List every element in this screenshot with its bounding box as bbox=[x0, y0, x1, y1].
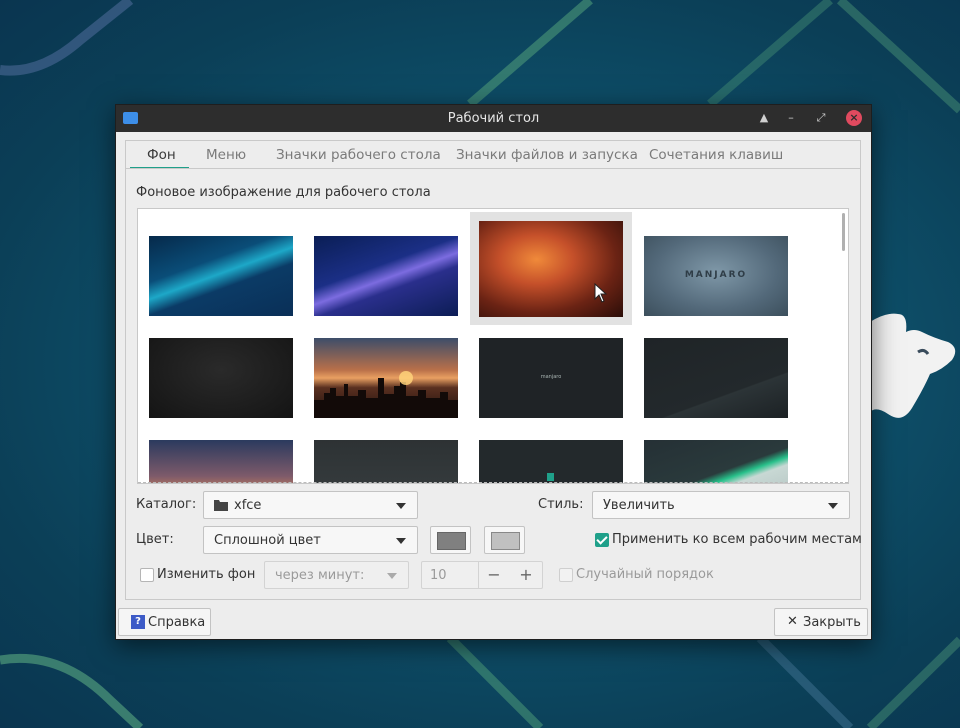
wallpaper-thumb-teal-waves[interactable] bbox=[149, 236, 293, 316]
mascot-image bbox=[870, 313, 956, 418]
change-bg-checkbox[interactable] bbox=[140, 568, 154, 582]
title-bar[interactable]: Рабочий стол ▲ – ⤢ × bbox=[116, 105, 871, 132]
background-page: Фоновое изображение для рабочего стола M… bbox=[125, 168, 862, 600]
mouse-cursor-icon bbox=[594, 283, 608, 303]
catalog-label: Каталог: bbox=[136, 497, 197, 512]
tab-menu[interactable]: Меню bbox=[206, 147, 246, 163]
increment-button[interactable]: + bbox=[512, 565, 540, 584]
help-button[interactable]: ? Справка bbox=[118, 608, 211, 636]
settings-notebook: Фон Меню Значки рабочего стола Значки фа… bbox=[125, 140, 862, 600]
gallery-scrollbar[interactable] bbox=[842, 213, 845, 251]
tab-bar: Фон Меню Значки рабочего стола Значки фа… bbox=[125, 140, 861, 169]
tab-background[interactable]: Фон bbox=[147, 147, 176, 163]
catalog-value: xfce bbox=[234, 498, 262, 513]
wallpaper-thumb-dark-diagonal[interactable] bbox=[644, 338, 788, 418]
minimize-button[interactable]: – bbox=[783, 110, 799, 126]
wallpaper-thumb-manjaro-gray[interactable]: MANJARO bbox=[644, 236, 788, 316]
style-combo[interactable]: Увеличить bbox=[592, 491, 850, 519]
style-label: Стиль: bbox=[538, 497, 584, 512]
secondary-color-button[interactable] bbox=[484, 526, 525, 554]
help-label: Справка bbox=[148, 615, 206, 630]
interval-unit-value: через минут: bbox=[275, 568, 365, 583]
color-mode-value: Сплошной цвет bbox=[214, 533, 321, 548]
catalog-combo[interactable]: xfce bbox=[203, 491, 418, 519]
apply-all-checkbox[interactable] bbox=[595, 533, 609, 547]
wallpaper-section-label: Фоновое изображение для рабочего стола bbox=[136, 185, 431, 200]
wallpaper-thumb-dark-manjaro[interactable]: manjaro bbox=[479, 338, 623, 418]
wallpaper-thumb-city-sunset[interactable] bbox=[314, 338, 458, 418]
color-mode-combo[interactable]: Сплошной цвет bbox=[203, 526, 418, 554]
random-order-label: Случайный порядок bbox=[576, 567, 714, 582]
tab-desktop-icons[interactable]: Значки рабочего стола bbox=[276, 147, 441, 163]
wallpaper-thumb-blue-purple[interactable] bbox=[314, 236, 458, 316]
wallpaper-thumb-dark-gray-2[interactable] bbox=[314, 440, 458, 483]
chevron-down-icon bbox=[828, 503, 838, 509]
interval-spinner[interactable]: 10 − + bbox=[421, 561, 543, 589]
maximize-button[interactable]: ⤢ bbox=[813, 110, 829, 126]
wallpaper-thumb-green-stripes[interactable] bbox=[644, 440, 788, 483]
wallpaper-thumb-clouds-dusk[interactable] bbox=[149, 440, 293, 483]
wallpaper-logo-text: MANJARO bbox=[684, 270, 748, 280]
color-label: Цвет: bbox=[136, 532, 174, 547]
wallpaper-center-text: manjaro bbox=[540, 374, 562, 380]
apply-all-label: Применить ко всем рабочим местам bbox=[612, 532, 862, 547]
random-order-checkbox[interactable] bbox=[559, 568, 573, 582]
interval-value: 10 bbox=[430, 568, 447, 583]
tab-shortcuts[interactable]: Сочетания клавиш bbox=[649, 147, 783, 163]
close-window-button[interactable]: × bbox=[846, 110, 862, 126]
wallpaper-green-mark bbox=[547, 473, 554, 481]
wallpaper-gallery[interactable]: MANJARO manjaro bbox=[137, 208, 849, 484]
help-icon: ? bbox=[131, 615, 145, 629]
close-button[interactable]: ✕ Закрыть bbox=[774, 608, 868, 636]
tab-file-icons[interactable]: Значки файлов и запуска bbox=[456, 147, 638, 163]
change-bg-label: Изменить фон bbox=[157, 567, 256, 582]
gallery-bottom-edge bbox=[138, 482, 848, 483]
decrement-button[interactable]: − bbox=[480, 565, 508, 584]
desktop-settings-window: Рабочий стол ▲ – ⤢ × Фон Меню Значки раб… bbox=[115, 104, 872, 640]
chevron-down-icon bbox=[387, 573, 397, 579]
spinner-divider bbox=[478, 562, 479, 588]
wallpaper-thumb-dark-gray[interactable] bbox=[149, 338, 293, 418]
secondary-color-swatch bbox=[491, 532, 520, 550]
close-label: Закрыть bbox=[803, 615, 861, 630]
chevron-down-icon bbox=[396, 538, 406, 544]
close-icon: ✕ bbox=[787, 614, 798, 629]
wallpaper-thumb-dark-green-mark[interactable] bbox=[479, 440, 623, 483]
chevron-down-icon bbox=[396, 503, 406, 509]
folder-icon bbox=[214, 500, 228, 511]
primary-color-swatch bbox=[437, 532, 466, 550]
interval-unit-combo[interactable]: через минут: bbox=[264, 561, 409, 589]
primary-color-button[interactable] bbox=[430, 526, 471, 554]
style-value: Увеличить bbox=[603, 498, 675, 513]
shade-button[interactable]: ▲ bbox=[756, 110, 772, 126]
